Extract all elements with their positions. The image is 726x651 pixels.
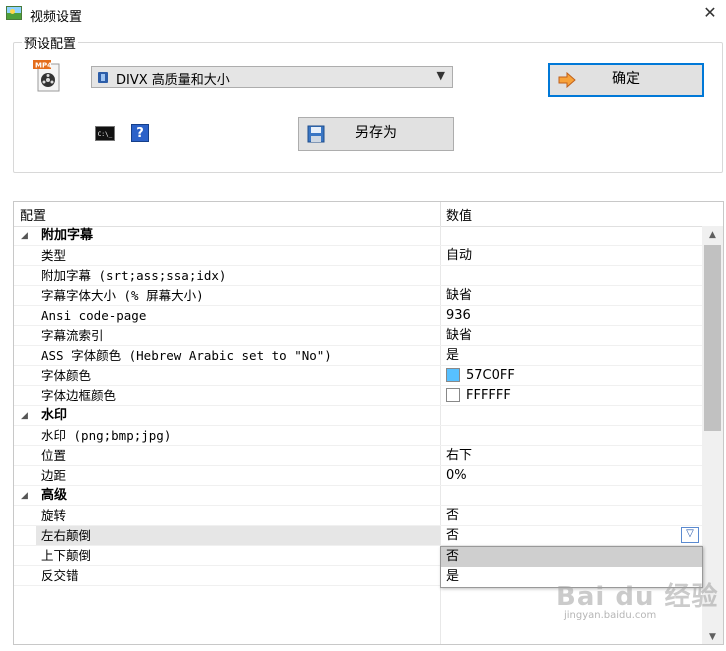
row-value[interactable]: 57C0FF (466, 366, 515, 386)
column-header-config[interactable]: 配置 (20, 205, 46, 224)
row-name: 字幕字体大小 (% 屏幕大小) (41, 288, 204, 303)
preset-select[interactable]: DIVX 高质量和大小 ▼ (91, 66, 453, 88)
window-title: 视频设置 (30, 10, 83, 25)
dropdown-option[interactable]: 否 (441, 547, 702, 567)
row-value[interactable]: 936 (446, 306, 471, 326)
close-icon[interactable]: ✕ (700, 2, 720, 24)
watermark-sub-text: jingyan.baidu.com (564, 610, 657, 621)
row-value[interactable]: FFFFFF (466, 386, 511, 406)
header-divider (440, 202, 441, 226)
grid-row[interactable]: 字体边框颜色 FFFFFF (14, 386, 702, 406)
svg-text:MP4: MP4 (35, 62, 52, 70)
watermark-main-text: Bai du 经验 (556, 582, 719, 612)
grid-row[interactable]: 字幕流索引 缺省 (14, 326, 702, 346)
row-name: 字体颜色 (41, 368, 92, 383)
collapse-triangle-icon[interactable]: ◢ (21, 486, 28, 506)
grid-row[interactable]: 字体颜色 57C0FF (14, 366, 702, 386)
row-value[interactable]: 缺省 (446, 286, 472, 306)
film-icon (98, 72, 108, 83)
row-value-editor[interactable]: 否 (446, 526, 459, 546)
row-name: 边距 (41, 468, 67, 483)
row-name: 左右颠倒 (41, 528, 92, 543)
preset-groupbox (13, 42, 723, 173)
app-icon (6, 6, 22, 20)
chevron-down-icon: ▼ (436, 69, 445, 82)
collapse-triangle-icon[interactable]: ◢ (21, 226, 28, 246)
ok-button-label: 确定 (612, 71, 640, 87)
row-name: 水印 (41, 408, 68, 423)
grid-row[interactable]: 字幕字体大小 (% 屏幕大小) 缺省 (14, 286, 702, 306)
scroll-down-icon[interactable]: ▼ (702, 628, 723, 644)
row-name: Ansi code-page (41, 308, 147, 323)
row-name: 类型 (41, 248, 67, 263)
grid-header: 配置 数值 (14, 202, 723, 227)
row-name: 高级 (41, 488, 68, 503)
baidu-watermark: Bai du 经验 jingyan.baidu.com (556, 576, 719, 621)
row-name: 位置 (41, 448, 67, 463)
grid-row[interactable]: 类型 自动 (14, 246, 702, 266)
save-as-button[interactable]: 另存为 (298, 117, 454, 151)
row-value[interactable]: 缺省 (446, 326, 472, 346)
preset-group-label: 预设配置 (22, 33, 79, 52)
row-name: 附加字幕 (srt;ass;ssa;idx) (41, 268, 227, 283)
chevron-down-icon[interactable]: ▽ (681, 527, 699, 543)
column-header-value[interactable]: 数值 (446, 205, 472, 224)
grid-row[interactable]: 附加字幕 (srt;ass;ssa;idx) (14, 266, 702, 286)
row-selection-highlight (36, 526, 440, 545)
collapse-triangle-icon[interactable]: ◢ (21, 406, 28, 426)
grid-row[interactable]: Ansi code-page 936 (14, 306, 702, 326)
title-bar: 视频设置 ✕ (0, 0, 726, 28)
row-value[interactable]: 是 (446, 346, 459, 366)
grid-row[interactable]: 位置 右下 (14, 446, 702, 466)
row-value[interactable]: 自动 (446, 246, 472, 266)
grid-row[interactable]: ASS 字体颜色 (Hebrew Arabic set to "No") 是 (14, 346, 702, 366)
row-name: 附加字幕 (41, 228, 94, 243)
row-name: 字幕流索引 (41, 328, 104, 343)
grid-row[interactable]: 水印 (png;bmp;jpg) (14, 426, 702, 446)
row-value[interactable]: 0% (446, 466, 467, 486)
command-prompt-icon[interactable]: C:\_ (95, 126, 115, 141)
mp4-file-icon: MP4 (33, 60, 60, 92)
row-name: 水印 (png;bmp;jpg) (41, 428, 172, 443)
row-name: 旋转 (41, 508, 67, 523)
scrollbar-thumb[interactable] (704, 245, 721, 431)
row-name: ASS 字体颜色 (Hebrew Arabic set to "No") (41, 348, 332, 363)
row-value[interactable]: 右下 (446, 446, 472, 466)
save-disk-icon (307, 125, 325, 143)
grid-section-subtitles[interactable]: ◢ 附加字幕 (14, 226, 702, 246)
row-name: 反交错 (41, 568, 79, 583)
row-name: 字体边框颜色 (41, 388, 117, 403)
color-swatch[interactable] (446, 388, 460, 402)
color-swatch[interactable] (446, 368, 460, 382)
grid-section-advanced[interactable]: ◢ 高级 (14, 486, 702, 506)
help-icon[interactable]: ? (131, 124, 149, 142)
arrow-right-icon (558, 72, 576, 88)
ok-button[interactable]: 确定 (548, 63, 704, 97)
row-value[interactable]: 否 (446, 506, 459, 526)
grid-row[interactable]: 边距 0% (14, 466, 702, 486)
preset-select-value: DIVX 高质量和大小 (116, 73, 230, 88)
scroll-up-icon[interactable]: ▲ (702, 226, 723, 244)
grid-section-watermark[interactable]: ◢ 水印 (14, 406, 702, 426)
grid-row-selected[interactable]: 左右颠倒 否 ▽ (14, 526, 702, 546)
row-name: 上下颠倒 (41, 548, 92, 563)
grid-row[interactable]: 旋转 否 (14, 506, 702, 526)
save-as-button-label: 另存为 (355, 125, 397, 141)
